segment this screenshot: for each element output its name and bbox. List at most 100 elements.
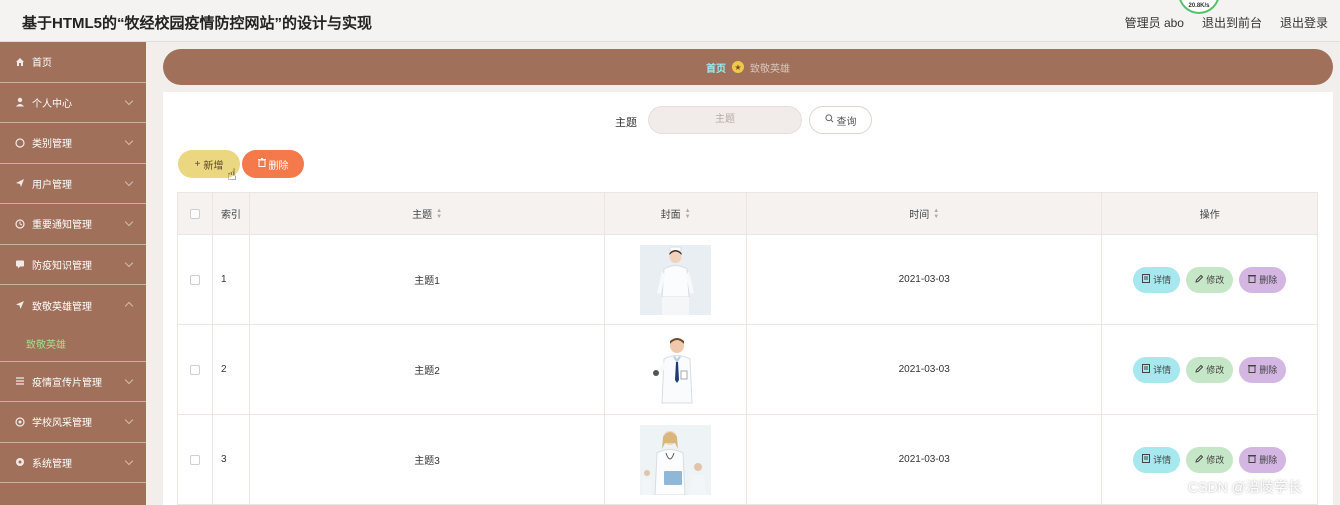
document-icon (1142, 274, 1151, 285)
edit-button[interactable]: 修改 (1186, 446, 1234, 473)
sidebar-subitem-heroes[interactable]: 致敬英雄 (0, 326, 146, 362)
sort-icon[interactable]: ▲ ▼ (933, 208, 939, 220)
breadcrumb-home[interactable]: 首页 (706, 60, 726, 75)
sidebar-item-personal[interactable]: 个人中心 (0, 83, 146, 123)
edit-label: 修改 (1206, 455, 1225, 465)
row-index: 1 (213, 235, 250, 324)
net-speed-widget: 20.8K/s (1178, 0, 1220, 14)
breadcrumb: 首页 ★ 致敬英雄 (163, 49, 1333, 85)
exit-to-front-link[interactable]: 退出到前台 (1202, 14, 1262, 31)
row-actions: 详情 修改 删除 (1102, 235, 1317, 324)
sort-icon[interactable]: ▲ ▼ (436, 208, 442, 220)
table-header: 索引 主题 ▲ ▼ 封面 ▲ ▼ 时间 ▲ ▼ 操作 (178, 193, 1317, 235)
settings-icon (14, 456, 26, 468)
column-header-index: 索引 (213, 193, 250, 234)
delete-button-label: 删除 (268, 160, 289, 172)
sidebar-item-heroes[interactable]: 致敬英雄管理 (0, 285, 146, 326)
edit-label: 修改 (1206, 275, 1225, 285)
search-button-label: 查询 (836, 116, 857, 128)
row-cover-cell (605, 235, 748, 324)
row-time: 2021-03-03 (747, 325, 1103, 414)
row-index: 3 (213, 415, 250, 504)
nurse-photo (640, 244, 712, 315)
sidebar: 首页 个人中心 类别管理 用户管理 重要通知管理 防疫知识管理 致敬英雄管理 致… (0, 42, 146, 505)
sidebar-item-system[interactable]: 系统管理 (0, 443, 146, 483)
detail-button[interactable]: 详情 (1133, 266, 1181, 293)
delete-label: 删除 (1259, 275, 1278, 285)
sidebar-item-users[interactable]: 用户管理 (0, 164, 146, 204)
search-input[interactable]: 主题 (648, 106, 802, 134)
pencil-icon (1195, 364, 1204, 375)
sidebar-item-label: 防疫知识管理 (32, 260, 92, 272)
category-icon (14, 137, 26, 149)
search-button[interactable]: 查询 (809, 106, 872, 134)
select-all-checkbox[interactable] (189, 208, 200, 219)
detail-button[interactable]: 详情 (1133, 356, 1181, 383)
detail-label: 详情 (1153, 365, 1172, 375)
row-checkbox-cell (178, 415, 213, 504)
header-checkbox-cell (178, 193, 213, 234)
sidebar-item-label: 疫情宣传片管理 (32, 377, 102, 389)
user-icon (14, 96, 26, 108)
sidebar-item-school[interactable]: 学校风采管理 (0, 402, 146, 443)
trash-icon (257, 158, 266, 170)
chevron-down-icon (124, 415, 134, 425)
message-icon (14, 258, 26, 270)
edit-button[interactable]: 修改 (1186, 356, 1234, 383)
sidebar-item-notices[interactable]: 重要通知管理 (0, 204, 146, 245)
column-header-time[interactable]: 时间 ▲ ▼ (747, 193, 1103, 234)
column-cover-label: 封面 (660, 210, 681, 221)
batch-delete-button[interactable]: 删除 (242, 150, 304, 178)
chevron-down-icon (124, 375, 134, 384)
row-title: 主题1 (250, 235, 606, 324)
admin-label: 管理员 abo (1124, 16, 1184, 30)
navigation-icon (14, 299, 26, 311)
column-header-cover[interactable]: 封面 ▲ ▼ (605, 193, 748, 234)
main-panel: 主题 主题 查询 + 新增 删除 ☝ 索引 主题 ▲ ▼ 封面 ▲ ▼ 时间 ▲… (163, 92, 1333, 505)
add-button-label: 新增 (203, 160, 224, 172)
data-table: 索引 主题 ▲ ▼ 封面 ▲ ▼ 时间 ▲ ▼ 操作 1 主题1 2021-03… (177, 192, 1318, 505)
sidebar-item-home[interactable]: 首页 (0, 42, 146, 83)
sidebar-item-label: 学校风采管理 (32, 418, 92, 430)
delete-label: 删除 (1259, 365, 1278, 375)
column-header-actions: 操作 (1199, 210, 1220, 221)
row-cover-cell (605, 415, 748, 504)
row-checkbox[interactable] (189, 274, 200, 285)
sidebar-item-label: 致敬英雄管理 (32, 301, 92, 313)
delete-button[interactable]: 删除 (1239, 356, 1287, 383)
row-checkbox[interactable] (189, 364, 200, 375)
table-row: 1 主题1 2021-03-03 详情 修改 删除 (178, 235, 1317, 325)
row-title: 主题2 (250, 325, 606, 414)
table-row: 3 主题3 2021-03-03 详情 修改 删除 (178, 415, 1317, 505)
doctor-photo (640, 334, 712, 405)
detail-button[interactable]: 详情 (1133, 446, 1181, 473)
trash-icon (1248, 274, 1257, 285)
row-time: 2021-03-03 (747, 235, 1103, 324)
row-actions: 详情 修改 删除 (1102, 325, 1317, 414)
search-icon (824, 114, 834, 126)
delete-button[interactable]: 删除 (1239, 266, 1287, 293)
chevron-down-icon (124, 177, 134, 186)
sidebar-item-knowledge[interactable]: 防疫知识管理 (0, 245, 146, 285)
sidebar-item-label: 系统管理 (32, 458, 72, 470)
logout-link[interactable]: 退出登录 (1280, 14, 1328, 31)
chevron-down-icon (124, 258, 134, 267)
delete-button[interactable]: 删除 (1239, 446, 1287, 473)
row-checkbox-cell (178, 235, 213, 324)
top-right-links: 管理员 abo 退出到前台 退出登录 (1125, 14, 1328, 31)
column-header-title[interactable]: 主题 ▲ ▼ (250, 193, 606, 234)
sort-icon[interactable]: ▲ ▼ (685, 208, 691, 220)
edit-button[interactable]: 修改 (1186, 266, 1234, 293)
table-row: 2 主题2 2021-03-03 详情 修改 删除 (178, 325, 1317, 415)
column-title-label: 主题 (412, 210, 433, 221)
search-label: 主题 (615, 117, 637, 129)
trash-icon (1248, 454, 1257, 465)
sidebar-item-category[interactable]: 类别管理 (0, 123, 146, 164)
home-icon (14, 56, 26, 68)
pencil-icon (1195, 454, 1204, 465)
row-checkbox[interactable] (189, 454, 200, 465)
video-icon (14, 375, 26, 387)
chevron-down-icon (124, 136, 134, 146)
sidebar-item-videos[interactable]: 疫情宣传片管理 (0, 362, 146, 402)
edit-label: 修改 (1206, 365, 1225, 375)
